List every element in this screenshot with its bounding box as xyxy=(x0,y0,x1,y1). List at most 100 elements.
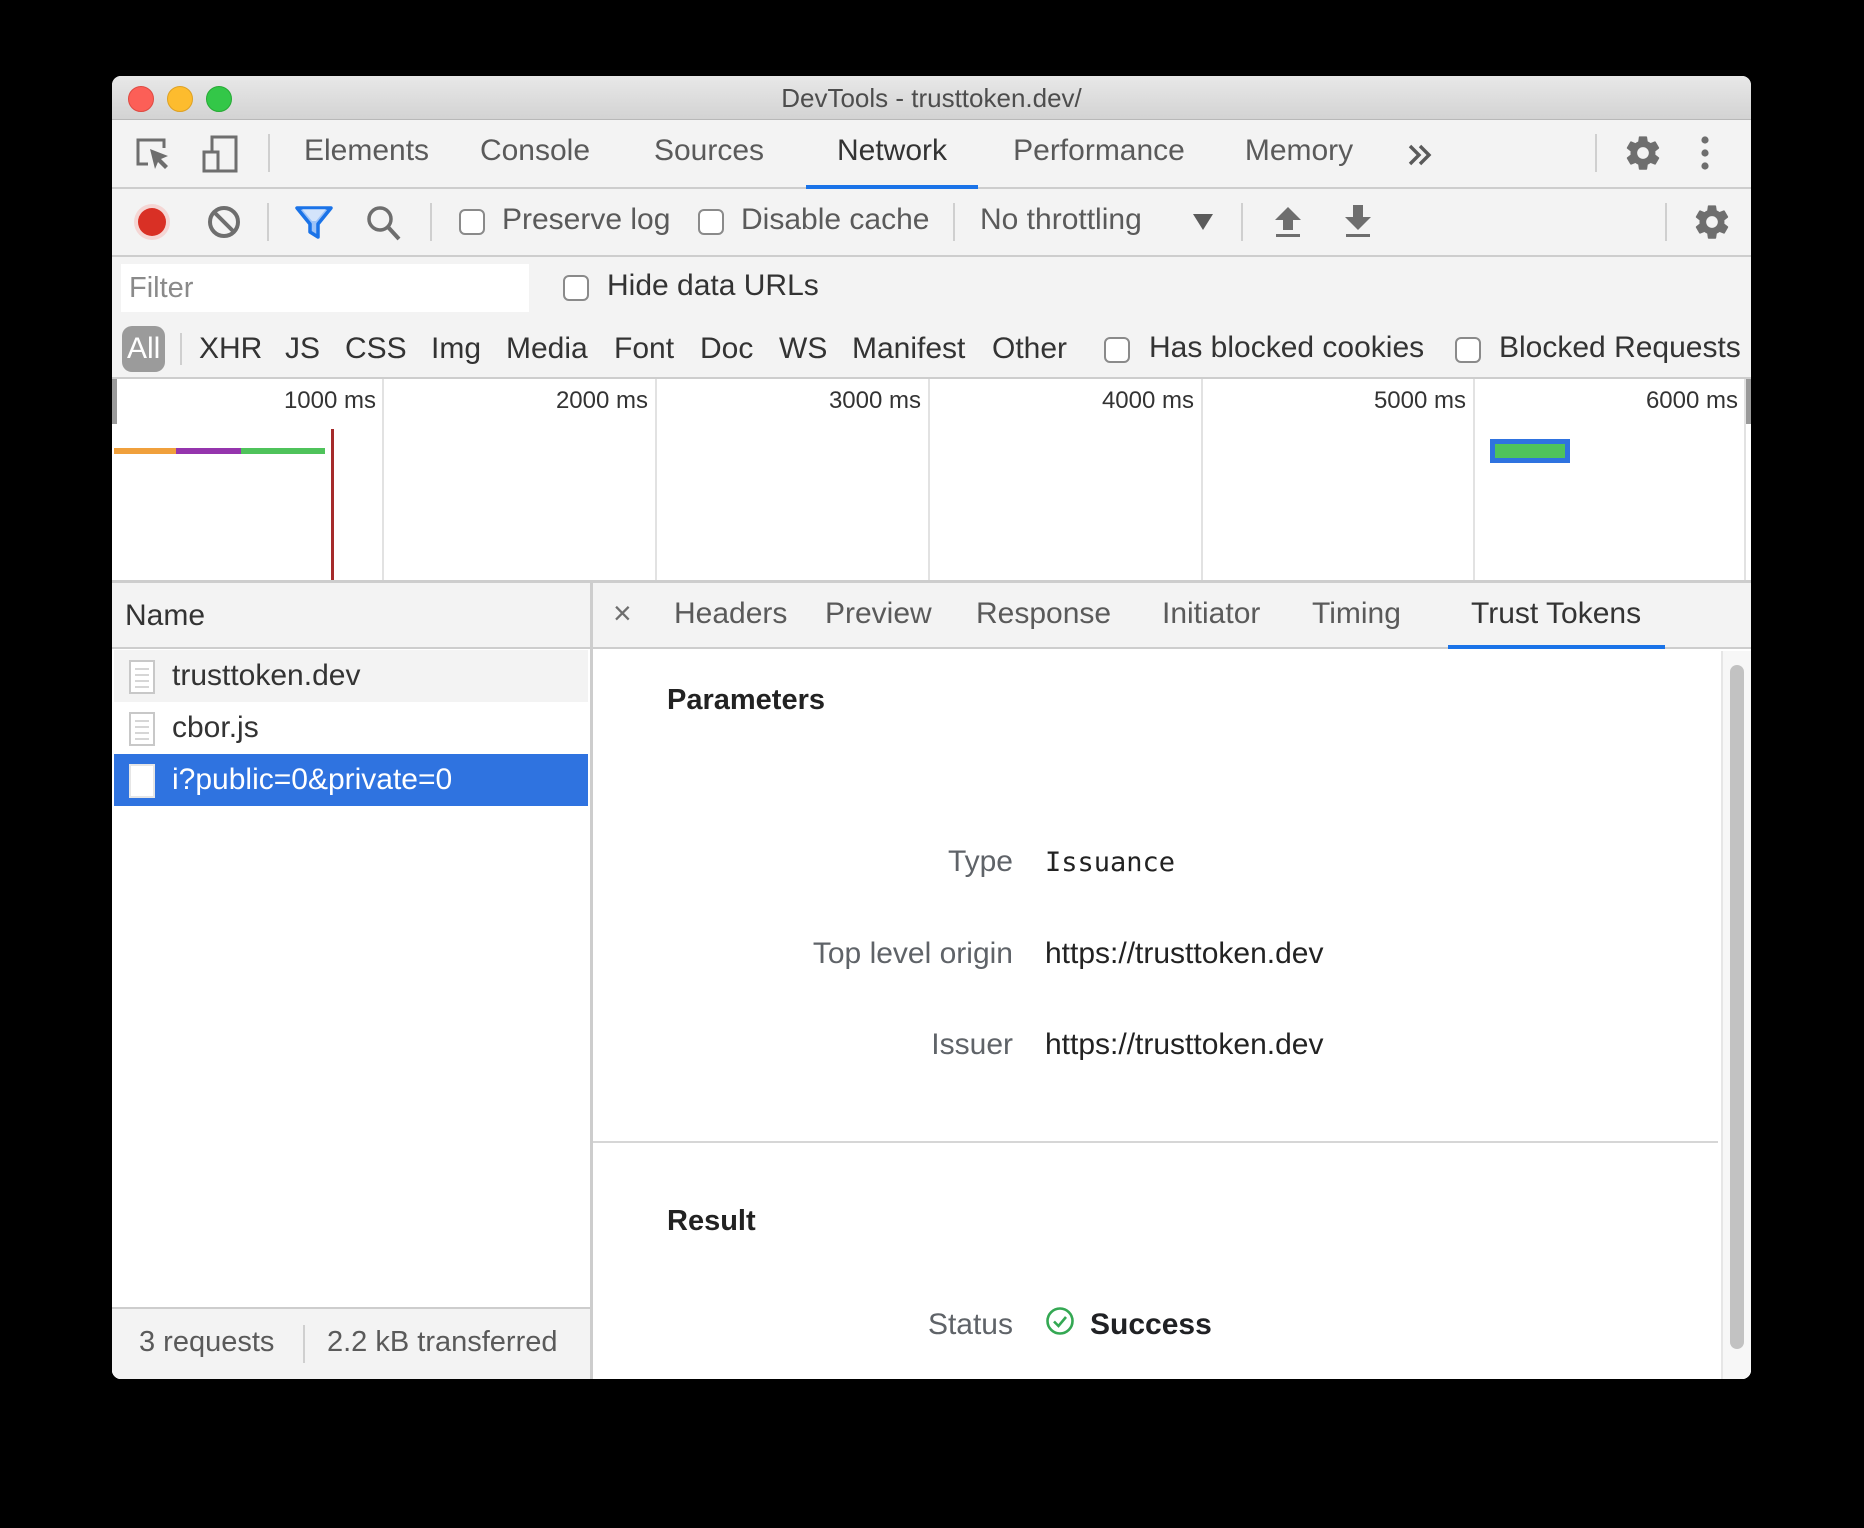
param-row-top-level-origin: Top level origin https://trusttoken.dev xyxy=(593,937,1693,977)
upload-har-icon[interactable] xyxy=(1268,202,1308,242)
network-toolbar: Preserve log Disable cache No throttling xyxy=(112,189,1751,257)
type-filter-ws[interactable]: WS xyxy=(779,326,827,372)
tab-elements[interactable]: Elements xyxy=(292,120,441,187)
type-filter-js[interactable]: JS xyxy=(285,326,320,372)
request-row-selected[interactable]: i?public=0&private=0 xyxy=(114,754,588,806)
network-overview-timeline[interactable]: 1000 ms 2000 ms 3000 ms 4000 ms 5000 ms … xyxy=(112,379,1751,583)
lower-split-view: Name trusttoken.dev cbor.js i?public=0&p… xyxy=(112,583,1751,1379)
param-value: https://trusttoken.dev xyxy=(1045,937,1324,970)
script-file-icon xyxy=(129,712,155,746)
dropdown-arrow-icon xyxy=(1192,213,1214,231)
overview-gridline xyxy=(382,379,384,580)
overview-right-handle[interactable] xyxy=(1746,379,1751,424)
overview-tick-label: 1000 ms xyxy=(283,387,376,414)
tab-initiator[interactable]: Initiator xyxy=(1162,583,1260,647)
tab-performance[interactable]: Performance xyxy=(1002,120,1196,187)
type-filter-manifest[interactable]: Manifest xyxy=(852,326,965,372)
toolbar-divider xyxy=(267,203,269,241)
download-har-icon[interactable] xyxy=(1338,202,1378,242)
preserve-log-checkbox[interactable] xyxy=(459,209,485,235)
record-icon[interactable] xyxy=(132,202,172,242)
hide-data-urls-label: Hide data URLs xyxy=(607,269,819,302)
tab-headers[interactable]: Headers xyxy=(674,583,787,647)
filter-icon[interactable] xyxy=(294,203,334,243)
overview-gridline xyxy=(1473,379,1475,580)
overview-tick-label: 2000 ms xyxy=(555,387,648,414)
request-list-pane: Name trusttoken.dev cbor.js i?public=0&p… xyxy=(112,583,593,1379)
tab-sources[interactable]: Sources xyxy=(634,120,784,187)
disable-cache-checkbox[interactable] xyxy=(698,209,724,235)
request-name: trusttoken.dev xyxy=(172,659,361,692)
type-filter-font[interactable]: Font xyxy=(614,326,674,372)
param-row-issuer: Issuer https://trusttoken.dev xyxy=(593,1028,1693,1068)
close-detail-icon[interactable]: × xyxy=(613,583,632,647)
type-filter-other[interactable]: Other xyxy=(992,326,1067,372)
tab-memory[interactable]: Memory xyxy=(1224,120,1374,187)
status-value: Success xyxy=(1090,1308,1212,1341)
search-icon[interactable] xyxy=(364,203,404,243)
detail-scrollbar-thumb[interactable] xyxy=(1730,665,1744,1349)
overview-bar-download xyxy=(1495,444,1565,458)
filter-row: Hide data URLs xyxy=(112,257,1751,321)
overview-gridline xyxy=(928,379,930,580)
footer-divider xyxy=(303,1325,305,1363)
request-row[interactable]: cbor.js xyxy=(114,702,588,754)
tab-response[interactable]: Response xyxy=(976,583,1111,647)
param-value: https://trusttoken.dev xyxy=(1045,1028,1324,1061)
tab-preview[interactable]: Preview xyxy=(825,583,932,647)
has-blocked-cookies-checkbox[interactable] xyxy=(1104,337,1130,363)
param-row-type: Type Issuance xyxy=(593,845,1693,885)
filter-input[interactable] xyxy=(121,264,529,312)
overview-bar-download xyxy=(241,448,325,454)
load-event-line xyxy=(331,429,334,580)
blocked-requests-checkbox[interactable] xyxy=(1455,337,1481,363)
type-filter-img[interactable]: Img xyxy=(431,326,481,372)
overview-gridline xyxy=(655,379,657,580)
request-detail-pane: × Headers Preview Response Initiator Tim… xyxy=(593,583,1751,1379)
toolbar-divider xyxy=(953,203,955,241)
parameters-section-title: Parameters xyxy=(667,684,825,716)
chevron-double-right-icon[interactable] xyxy=(1402,136,1442,176)
request-row[interactable]: trusttoken.dev xyxy=(114,650,588,702)
kebab-menu-icon[interactable] xyxy=(1695,133,1715,173)
type-filter-all[interactable]: All xyxy=(122,326,166,372)
overview-tick-label: 4000 ms xyxy=(1101,387,1194,414)
detail-scrollbar[interactable] xyxy=(1721,651,1751,1379)
preserve-log-label: Preserve log xyxy=(502,203,671,236)
type-filter-xhr[interactable]: XHR xyxy=(199,326,262,372)
type-filter-doc[interactable]: Doc xyxy=(700,326,753,372)
overview-bar-stalled xyxy=(176,448,241,454)
resource-type-filter-bar: All XHR JS CSS Img Media Font Doc WS Man… xyxy=(112,321,1751,379)
overview-tick-label: 6000 ms xyxy=(1645,387,1738,414)
result-key: Status xyxy=(927,1308,1013,1341)
toolbar-divider xyxy=(1241,203,1243,241)
inspect-element-icon[interactable] xyxy=(134,134,174,174)
hide-data-urls-checkbox[interactable] xyxy=(563,275,589,301)
type-filter-css[interactable]: CSS xyxy=(345,326,407,372)
tab-console[interactable]: Console xyxy=(465,120,605,187)
main-tab-bar: Elements Console Sources Network Perform… xyxy=(112,120,1751,189)
tab-timing[interactable]: Timing xyxy=(1312,583,1401,647)
clear-icon[interactable] xyxy=(204,202,244,242)
toolbar-divider xyxy=(1665,203,1667,241)
overview-tick-label: 3000 ms xyxy=(828,387,921,414)
type-filter-media[interactable]: Media xyxy=(506,326,588,372)
gear-icon[interactable] xyxy=(1623,133,1663,173)
toolbar-divider xyxy=(1595,134,1597,172)
overview-bar-waiting xyxy=(114,448,176,454)
device-toolbar-icon[interactable] xyxy=(200,134,240,174)
tab-network[interactable]: Network xyxy=(806,120,978,189)
title-bar: DevTools - trusttoken.dev/ xyxy=(112,76,1751,120)
param-key: Top level origin xyxy=(812,937,1013,970)
has-blocked-cookies-label: Has blocked cookies xyxy=(1149,331,1425,364)
request-summary-footer: 3 requests 2.2 kB transferred xyxy=(112,1307,590,1379)
network-settings-gear-icon[interactable] xyxy=(1692,202,1732,242)
devtools-window: DevTools - trusttoken.dev/ Elements Cons… xyxy=(112,76,1751,1379)
param-key: Type xyxy=(947,845,1013,878)
document-file-icon xyxy=(129,660,155,694)
tab-trust-tokens[interactable]: Trust Tokens xyxy=(1447,583,1666,649)
name-column-header[interactable]: Name xyxy=(112,583,590,649)
overview-left-handle[interactable] xyxy=(112,379,117,424)
overview-gridline xyxy=(1201,379,1203,580)
blocked-requests-label: Blocked Requests xyxy=(1499,331,1741,364)
